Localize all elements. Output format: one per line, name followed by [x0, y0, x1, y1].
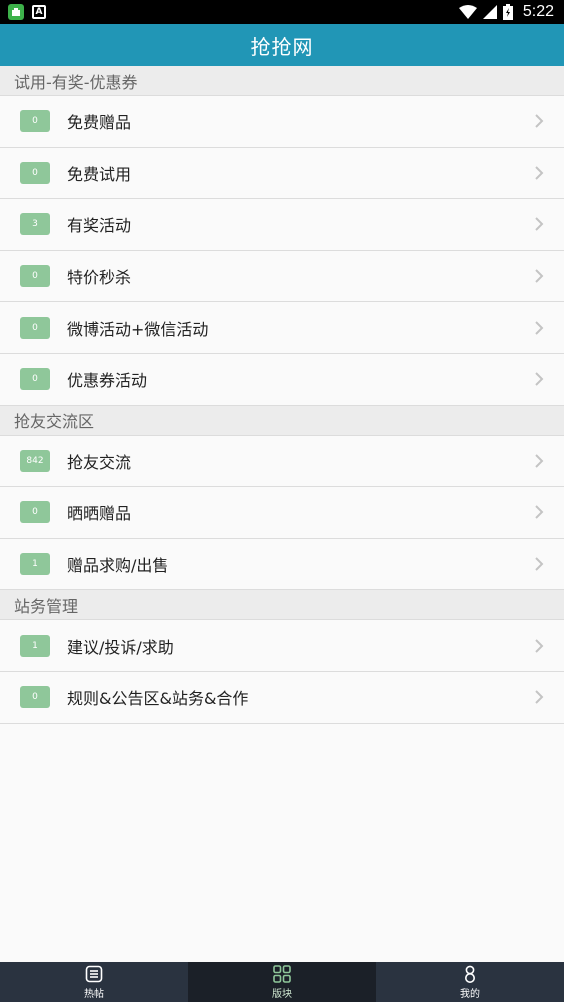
grid-icon — [273, 964, 291, 983]
item-label: 优惠券活动 — [67, 371, 148, 391]
chevron-right-icon — [535, 166, 544, 180]
status-time: 5:22 — [522, 3, 554, 20]
list-icon — [85, 965, 103, 982]
item-label: 规则&公告区&站务&合作 — [67, 689, 249, 709]
list-item-prize-events[interactable]: 3 有奖活动 — [0, 199, 564, 251]
count-badge: 0 — [20, 161, 50, 184]
count-badge: 842 — [20, 449, 50, 472]
list-item-show-gifts[interactable]: 0 晒晒赠品 — [0, 487, 564, 539]
list-item-member-chat[interactable]: 842 抢友交流 — [0, 435, 564, 488]
bottom-nav: 热帖 版块 我的 — [0, 962, 564, 1002]
status-bar-notifications: A — [8, 4, 46, 20]
item-label: 晒晒赠品 — [67, 504, 132, 524]
list-item-gift-trade[interactable]: 1 赠品求购/出售 — [0, 538, 564, 591]
chevron-right-icon — [535, 269, 544, 283]
list-item-rules[interactable]: 0 规则&公告区&站务&合作 — [0, 671, 564, 724]
count-badge: 1 — [20, 634, 50, 657]
section-header-trial: 试用-有奖-优惠券 — [0, 66, 564, 96]
section-header-community: 抢友交流区 — [0, 405, 564, 436]
count-badge: 3 — [20, 213, 50, 236]
app-title: 抢抢网 — [250, 34, 314, 59]
item-label: 建议/投诉/求助 — [67, 637, 174, 657]
chevron-right-icon — [535, 114, 544, 129]
nav-tab-label: 我的 — [460, 988, 480, 1000]
chevron-right-icon — [535, 638, 544, 653]
item-label: 赠品求购/出售 — [67, 556, 169, 576]
status-bar-system: 5:22 — [458, 3, 554, 21]
count-badge: 0 — [20, 368, 50, 391]
section-header-admin: 站务管理 — [0, 590, 564, 621]
item-label: 有奖活动 — [67, 216, 132, 236]
a-notification-icon: A — [32, 5, 46, 19]
item-label: 免费试用 — [67, 164, 132, 184]
wifi-icon — [458, 5, 477, 19]
nav-tab-label: 版块 — [272, 988, 292, 1000]
count-badge: 0 — [20, 265, 50, 288]
count-badge: 0 — [20, 110, 50, 133]
count-badge: 0 — [20, 686, 50, 709]
chevron-right-icon — [535, 372, 544, 386]
chevron-right-icon — [535, 454, 544, 468]
item-label: 抢友交流 — [67, 452, 132, 472]
app-notification-icon — [8, 4, 24, 20]
chevron-right-icon — [535, 217, 544, 232]
item-label: 免费赠品 — [67, 113, 132, 133]
section-title: 试用-有奖-优惠券 — [14, 72, 138, 92]
section-title: 站务管理 — [14, 596, 79, 616]
forum-list: 试用-有奖-优惠券 0 免费赠品 0 免费试用 3 有奖活动 0 特价秒杀 0 … — [0, 66, 564, 724]
list-item-feedback[interactable]: 1 建议/投诉/求助 — [0, 620, 564, 672]
item-label: 特价秒杀 — [67, 268, 132, 288]
nav-tab-mine[interactable]: 我的 — [376, 962, 564, 1002]
list-item-free-trial[interactable]: 0 免费试用 — [0, 147, 564, 200]
list-item-coupons[interactable]: 0 优惠券活动 — [0, 353, 564, 406]
nav-tab-hot-posts[interactable]: 热帖 — [0, 962, 188, 1002]
count-badge: 1 — [20, 553, 50, 576]
signal-icon — [482, 5, 497, 19]
status-bar: A 5:22 — [0, 0, 564, 24]
chevron-right-icon — [535, 690, 544, 704]
section-title: 抢友交流区 — [14, 412, 95, 432]
count-badge: 0 — [20, 316, 50, 339]
nav-tab-label: 热帖 — [84, 988, 104, 1000]
list-item-weibo-wechat[interactable]: 0 微博活动+微信活动 — [0, 302, 564, 354]
list-item-free-gift[interactable]: 0 免费赠品 — [0, 96, 564, 148]
list-item-flash-sale[interactable]: 0 特价秒杀 — [0, 250, 564, 303]
chevron-right-icon — [535, 505, 544, 520]
battery-icon — [502, 4, 513, 20]
item-label: 微博活动+微信活动 — [67, 319, 209, 339]
nav-tab-boards[interactable]: 版块 — [188, 962, 376, 1002]
chevron-right-icon — [535, 557, 544, 571]
app-bar: 抢抢网 — [0, 24, 564, 66]
count-badge: 0 — [20, 501, 50, 524]
user-icon — [465, 965, 475, 983]
chevron-right-icon — [535, 320, 544, 335]
